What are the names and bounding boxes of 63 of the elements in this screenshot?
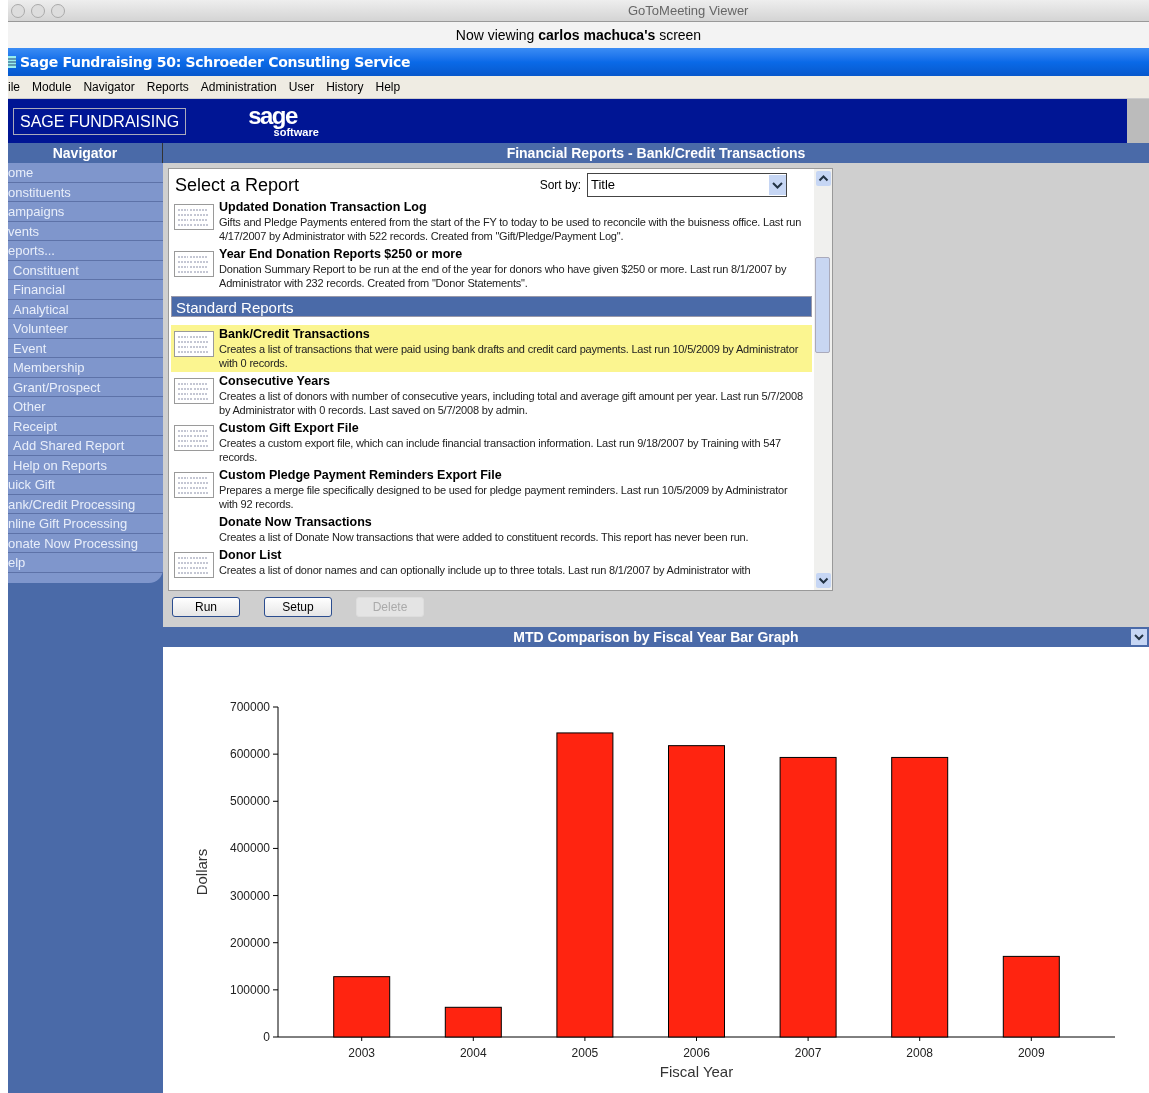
report-item[interactable]: Bank/Credit Transactions Creates a list of transactions that were paid using bank drafts and credit card payments. Last run 10/5/2009 by Administrator with 0 records.: [171, 325, 812, 372]
scroll-up-icon[interactable]: [815, 171, 831, 186]
report-description: Creates a custom export file, which can include financial transaction information. Last run 9/18/2007 by Training with 547 records.: [219, 436, 782, 464]
logo-wordmark: sage: [248, 104, 297, 127]
action-button[interactable]: Run: [172, 597, 240, 617]
bar: [444, 1006, 502, 1038]
report-description: Prepares a merge file specifically designed to be used for pledge payment reminders. Last run 10/5/2009 by Administrator with 92 records.: [219, 483, 789, 511]
x-tick-label: 2009: [1017, 1046, 1045, 1060]
panel-header: MTD Comparison by Fiscal Year Bar Graph: [163, 627, 1149, 647]
menu-item[interactable]: Navigator: [83, 78, 135, 96]
menu-item[interactable]: Module: [32, 78, 72, 96]
bar: [333, 976, 391, 1038]
report-description: Creates a list of Donate Now transactions that were added to constituent records. This report has never been run.: [219, 530, 749, 544]
report-title: Donate Now Transactions: [219, 515, 373, 530]
menu-item[interactable]: Reports: [146, 78, 189, 96]
menu-item[interactable]: Help: [375, 78, 401, 96]
scroll-down-icon[interactable]: [815, 573, 831, 588]
report-title: Donor List: [219, 548, 283, 563]
report-title: Consecutive Years: [219, 374, 331, 389]
app-title: Sage Fundraising 50: Schroeder Consutling Service: [20, 52, 411, 72]
x-axis-title: Fiscal Year: [659, 1063, 734, 1080]
report-title: Custom Gift Export File: [219, 421, 360, 436]
y-tick-label: 600000: [229, 747, 270, 762]
panel-header: Financial Reports - Bank/Credit Transactions: [163, 143, 1149, 163]
report-description: Creates a list of donor names and can optionally include up to three totals. Last run 8/1/2007 by Administrator with: [219, 563, 751, 577]
panel-heading: Select a Report: [175, 173, 300, 197]
y-axis-title: Dollars: [193, 848, 210, 896]
x-tick-label: 2006: [683, 1046, 710, 1060]
y-tick-label: 200000: [229, 935, 270, 950]
x-tick-label: 2005: [571, 1046, 599, 1060]
action-button[interactable]: Setup: [264, 597, 332, 617]
report-description: Gifts and Pledge Payments entered from the start of the FY to today to be used to reconcile with the buisness office. Last run 4/17/2007 by Administrator with 522 records. Created from "Gift/Pledge/Payment Log".: [219, 215, 803, 243]
y-tick-label: 400000: [229, 841, 270, 856]
sort-dropdown[interactable]: Title: [587, 173, 787, 197]
sort-label: Sort by:: [539, 177, 581, 194]
menu-item[interactable]: ile: [8, 78, 20, 96]
window-title: GoToMeeting Viewer: [628, 1, 749, 20]
report-title: Updated Donation Transaction Log: [219, 200, 428, 215]
menu-item[interactable]: User: [288, 78, 315, 96]
report-description: Creates a list of donors with number of consecutive years, including total and average gift amount per year. Last run 5/7/2008 by Administrator with 0 records. Last saved on 5/7/2008 by admin.: [219, 389, 804, 417]
y-tick-label: 100000: [229, 982, 270, 997]
section-header: Standard Reports: [171, 296, 812, 317]
y-tick-label: 0: [263, 1030, 270, 1044]
y-tick-label: 700000: [229, 700, 270, 714]
y-tick-label: 300000: [229, 888, 270, 903]
viewer-status-text: Now viewing carlos machuca's screen: [455, 25, 702, 45]
banner-edge: [1127, 99, 1149, 143]
x-tick-label: 2003: [348, 1046, 376, 1060]
scroll-thumb[interactable]: [815, 257, 830, 353]
app-icon: [8, 56, 16, 68]
x-tick-label: 2008: [906, 1046, 934, 1060]
report-title: Custom Pledge Payment Reminders Export File: [219, 468, 503, 483]
report-description: Creates a list of transactions that were paid using bank drafts and credit card payments. Last run 10/5/2009 by Administrator with 0 records.: [219, 342, 800, 370]
brand-label: SAGE FUNDRAISING: [13, 107, 187, 135]
menu-item[interactable]: Administration: [200, 78, 277, 96]
report-title: Bank/Credit Transactions: [219, 327, 371, 342]
report-title: Year End Donation Reports $250 or more: [219, 247, 464, 262]
y-tick-label: 500000: [229, 794, 270, 809]
x-tick-label: 2007: [794, 1046, 822, 1060]
scrollbar[interactable]: [814, 169, 832, 590]
menu-item[interactable]: History: [326, 78, 364, 96]
report-description: Donation Summary Report to be run at the end of the year for donors who have given $250 or more. Last run 8/1/2007 by Administrator with 232 records. Created from "Donor Statements".: [219, 262, 788, 290]
x-tick-label: 2004: [459, 1046, 487, 1060]
